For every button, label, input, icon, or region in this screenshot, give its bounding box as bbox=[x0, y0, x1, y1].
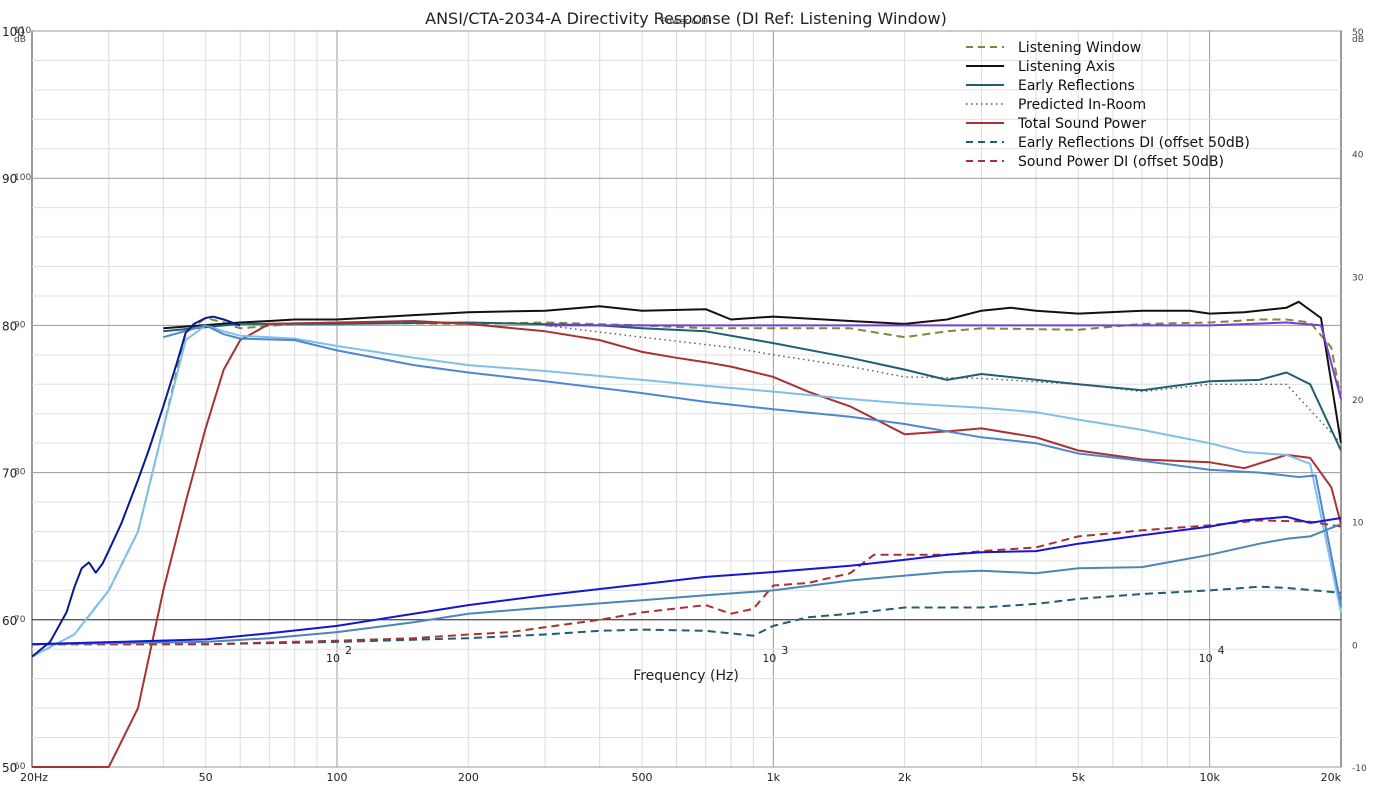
legend-entry: Early Reflections bbox=[1018, 78, 1135, 94]
x-decade-exp: 2 bbox=[345, 644, 352, 657]
directivity-chart: ANSI/CTA-2034-A Directivity Response (DI… bbox=[2, 9, 1367, 784]
x-tick-label: 5k bbox=[1072, 771, 1086, 784]
left-y-secondary-tick-label: 100 bbox=[14, 173, 31, 183]
series-early-reflections bbox=[163, 321, 1342, 451]
legend: Listening Window Listening Axis Early Refl… bbox=[966, 40, 1250, 170]
legend-entry: Early Reflections DI (offset 50dB) bbox=[1018, 135, 1250, 151]
series-extended-low-end bbox=[31, 315, 241, 658]
x-tick-label: 10k bbox=[1199, 771, 1220, 784]
x-tick-label: 1k bbox=[767, 771, 781, 784]
series-total-sound-power bbox=[32, 320, 1342, 768]
series-on-axis bbox=[545, 321, 1342, 400]
series-listening-window bbox=[31, 317, 1342, 658]
series-sound-power-di bbox=[31, 515, 1342, 646]
x-axis-ticks: 20Hz 50 100 200 500 1k 2k 5k 10k 20k 10 2 10 3 10 4 bbox=[20, 644, 1342, 784]
left-y-secondary-tick-label: 90 bbox=[14, 320, 26, 330]
right-y-tick-label: 30 bbox=[1352, 273, 1364, 283]
series-early-reflections-di bbox=[31, 523, 1342, 646]
legend-entry: Listening Axis bbox=[1018, 59, 1115, 75]
x-decade-label: 10 3 bbox=[762, 644, 788, 665]
chart-subtitle: Power & DI bbox=[661, 17, 711, 27]
left-y-secondary-tick-label: 60 bbox=[14, 762, 26, 772]
right-y-tick-label: -10 bbox=[1352, 764, 1367, 774]
left-y-axis-ticks: 100908070605011010090807060 bbox=[2, 25, 31, 775]
right-y-axis-unit: dB bbox=[1352, 35, 1364, 45]
x-decade-exp: 4 bbox=[1218, 644, 1225, 657]
right-y-tick-label: 10 bbox=[1352, 519, 1364, 529]
x-tick-label: 20Hz bbox=[20, 771, 48, 784]
left-y-secondary-tick-label: 70 bbox=[14, 615, 26, 625]
x-tick-label: 50 bbox=[199, 771, 213, 784]
x-tick-label: 2k bbox=[898, 771, 912, 784]
x-tick-label: 20k bbox=[1321, 771, 1342, 784]
left-y-axis-unit: dB bbox=[14, 35, 26, 45]
x-axis-label: Frequency (Hz) bbox=[633, 668, 739, 684]
x-decade-base: 10 bbox=[762, 652, 776, 665]
x-decade-exp: 3 bbox=[781, 644, 788, 657]
legend-entry: Predicted In-Room bbox=[1018, 97, 1146, 113]
x-decade-label: 10 4 bbox=[1199, 644, 1225, 665]
x-tick-label: 100 bbox=[326, 771, 347, 784]
data-series bbox=[31, 300, 1342, 768]
right-y-axis-ticks: 50403020100-10 bbox=[1352, 28, 1367, 774]
series-early-reflections-di-offset-50db bbox=[32, 585, 1342, 646]
x-decade-base: 10 bbox=[326, 652, 340, 665]
legend-entry: Sound Power DI (offset 50dB) bbox=[1018, 154, 1224, 170]
legend-entry: Total Sound Power bbox=[1017, 116, 1146, 132]
series-sound-power-di-offset-50db bbox=[32, 519, 1342, 646]
x-tick-label: 500 bbox=[631, 771, 652, 784]
legend-entry: Listening Window bbox=[1018, 40, 1141, 56]
right-y-tick-label: 40 bbox=[1352, 151, 1364, 161]
right-y-tick-label: 0 bbox=[1352, 641, 1358, 651]
x-tick-label: 200 bbox=[458, 771, 479, 784]
x-decade-label: 10 2 bbox=[326, 644, 352, 665]
right-y-tick-label: 20 bbox=[1352, 396, 1364, 406]
x-decade-base: 10 bbox=[1199, 652, 1213, 665]
left-y-secondary-tick-label: 80 bbox=[14, 468, 26, 478]
